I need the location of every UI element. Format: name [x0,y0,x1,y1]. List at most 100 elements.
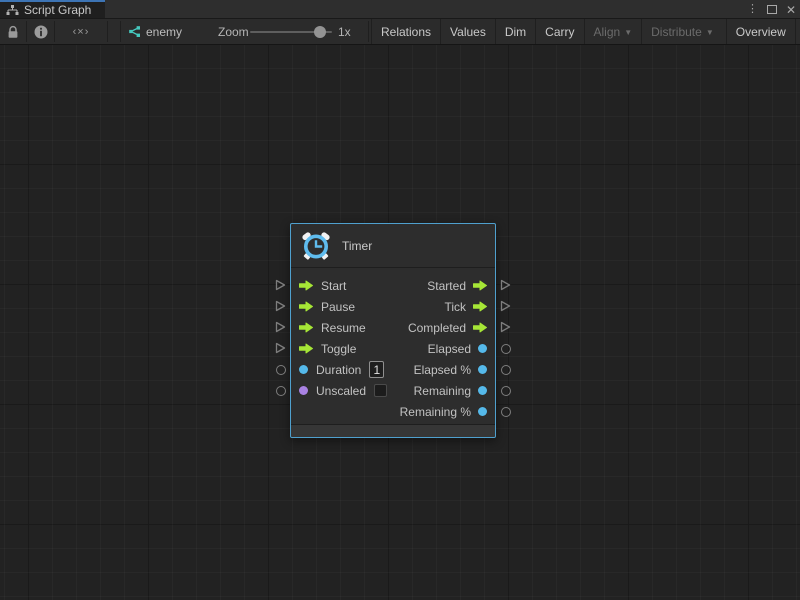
value-port-dot-icon[interactable] [299,365,308,374]
toolbar-separator [120,21,121,42]
port-resume[interactable]: Resume [299,317,387,338]
flow-port-arrow-icon[interactable] [299,301,313,312]
value-port-dot-icon[interactable] [299,386,308,395]
timer-node[interactable]: Timer Start Pause Resume Toggle Duration 1Uns… [290,223,496,438]
close-icon[interactable]: ✕ [786,4,796,16]
port-label: Elapsed [428,342,471,356]
flow-port-arrow-icon[interactable] [299,322,313,333]
toolbar-button-label: Values [450,25,486,39]
output-ports-column: Started Tick Completed Elapsed Elapsed % Rema… [400,275,487,422]
port-unscaled[interactable]: Unscaled [299,380,387,401]
value-port-dot-icon[interactable] [478,365,487,374]
external-flow-port-triangle[interactable] [500,279,511,291]
port-label: Started [427,279,466,293]
toolbar-button-relations[interactable]: Relations [371,19,440,44]
port-label: Tick [444,300,466,314]
external-value-port-circle[interactable] [275,385,286,396]
lock-button[interactable] [0,19,26,44]
toolbar-button-label: Distribute [651,25,702,39]
port-label: Start [321,279,346,293]
info-button[interactable] [27,19,54,44]
port-started[interactable]: Started [400,275,487,296]
external-flow-port-triangle[interactable] [500,300,511,312]
port-duration[interactable]: Duration 1 [299,359,387,380]
external-value-port-circle[interactable] [500,406,511,417]
flow-port-arrow-icon[interactable] [473,322,487,333]
script-graph-window: Script Graph ⋮ ✕ ‹×› [0,0,800,600]
port-label: Remaining % [400,405,471,419]
port-toggle[interactable]: Toggle [299,338,387,359]
value-port-dot-icon[interactable] [478,344,487,353]
port-label: Elapsed % [414,363,471,377]
external-value-port-circle[interactable] [500,364,511,375]
value-port-dot-icon[interactable] [478,407,487,416]
toolbar-button-values[interactable]: Values [440,19,495,44]
window-menu-icon[interactable]: ⋮ [747,4,758,15]
toolbar-separator [368,21,369,42]
lock-icon [7,25,19,39]
port-label: Toggle [321,342,356,356]
port-elapsed[interactable]: Elapsed [400,338,487,359]
external-flow-port-triangle[interactable] [275,300,286,312]
window-controls: ⋮ ✕ [747,0,796,19]
port-label: Duration [316,363,361,377]
external-value-port-circle[interactable] [275,364,286,375]
port-label: Pause [321,300,355,314]
port-elapsed-[interactable]: Elapsed % [400,359,487,380]
breadcrumb-label: enemy [146,25,182,39]
flow-port-arrow-icon[interactable] [299,343,313,354]
port-completed[interactable]: Completed [400,317,487,338]
external-flow-port-triangle[interactable] [275,321,286,333]
timer-node-header[interactable]: Timer [291,224,495,268]
port-label: Unscaled [316,384,366,398]
tab-title: Script Graph [24,3,91,17]
toolbar-button-align: Align▼ [584,19,642,44]
unscaled-checkbox[interactable] [374,384,387,397]
flow-port-arrow-icon[interactable] [473,301,487,312]
zoom-slider[interactable] [250,19,332,44]
graph-toolbar: ‹×› enemy Zoom 1x RelationsValuesDimCarr… [0,19,800,45]
flow-port-arrow-icon[interactable] [299,280,313,291]
ports-area: StartPauseResumeToggleDuration1Unscaled … [291,269,495,424]
maximize-icon[interactable] [767,5,777,14]
toolbar-button-dim[interactable]: Dim [495,19,535,44]
toolbar-button-carry[interactable]: Carry [535,19,583,44]
external-flow-port-triangle[interactable] [275,279,286,291]
toolbar-button-label: Relations [381,25,431,39]
toolbar-button-label: Align [594,25,621,39]
port-remaining-[interactable]: Remaining % [400,401,487,422]
zoom-slider-knob[interactable] [314,26,326,38]
port-pause[interactable]: Pause [299,296,387,317]
tab-strip: Script Graph ⋮ ✕ [0,0,800,19]
flow-port-arrow-icon[interactable] [473,280,487,291]
node-footer [291,424,495,437]
port-start[interactable]: Start [299,275,387,296]
port-label: Remaining [414,384,471,398]
timer-clock-icon [300,230,332,262]
toolbar-button-label: Carry [545,25,574,39]
toolbar-buttons: Relations Values Dim Carry Align▼ Distribute ▼… [371,19,800,44]
graph-node-icon [127,25,141,38]
code-view-button[interactable]: ‹×› [55,19,107,44]
zoom-value: 1x [338,19,351,44]
external-value-port-circle[interactable] [500,385,511,396]
input-ports-column: Start Pause Resume Toggle Duration 1Unscaled [299,275,387,401]
graph-hierarchy-icon [6,5,19,16]
port-label: Completed [408,321,466,335]
value-port-dot-icon[interactable] [478,386,487,395]
graph-canvas[interactable]: Timer Start Pause Resume Toggle Duration 1Uns… [0,45,800,600]
toolbar-button-full-screen[interactable]: Full Screen [795,19,800,44]
toolbar-separator [107,21,108,42]
toolbar-button-overview[interactable]: Overview [726,19,795,44]
port-remaining[interactable]: Remaining [400,380,487,401]
external-flow-port-triangle[interactable] [275,342,286,354]
external-value-port-circle[interactable] [500,343,511,354]
external-flow-port-triangle[interactable] [500,321,511,333]
breadcrumb[interactable]: enemy [127,19,182,44]
dropdown-caret-icon: ▼ [706,28,714,37]
info-icon [34,25,48,39]
port-tick[interactable]: Tick [400,296,487,317]
duration-value-field[interactable]: 1 [369,361,384,378]
tab-script-graph[interactable]: Script Graph [0,0,105,18]
toolbar-button-label: Dim [505,25,526,39]
